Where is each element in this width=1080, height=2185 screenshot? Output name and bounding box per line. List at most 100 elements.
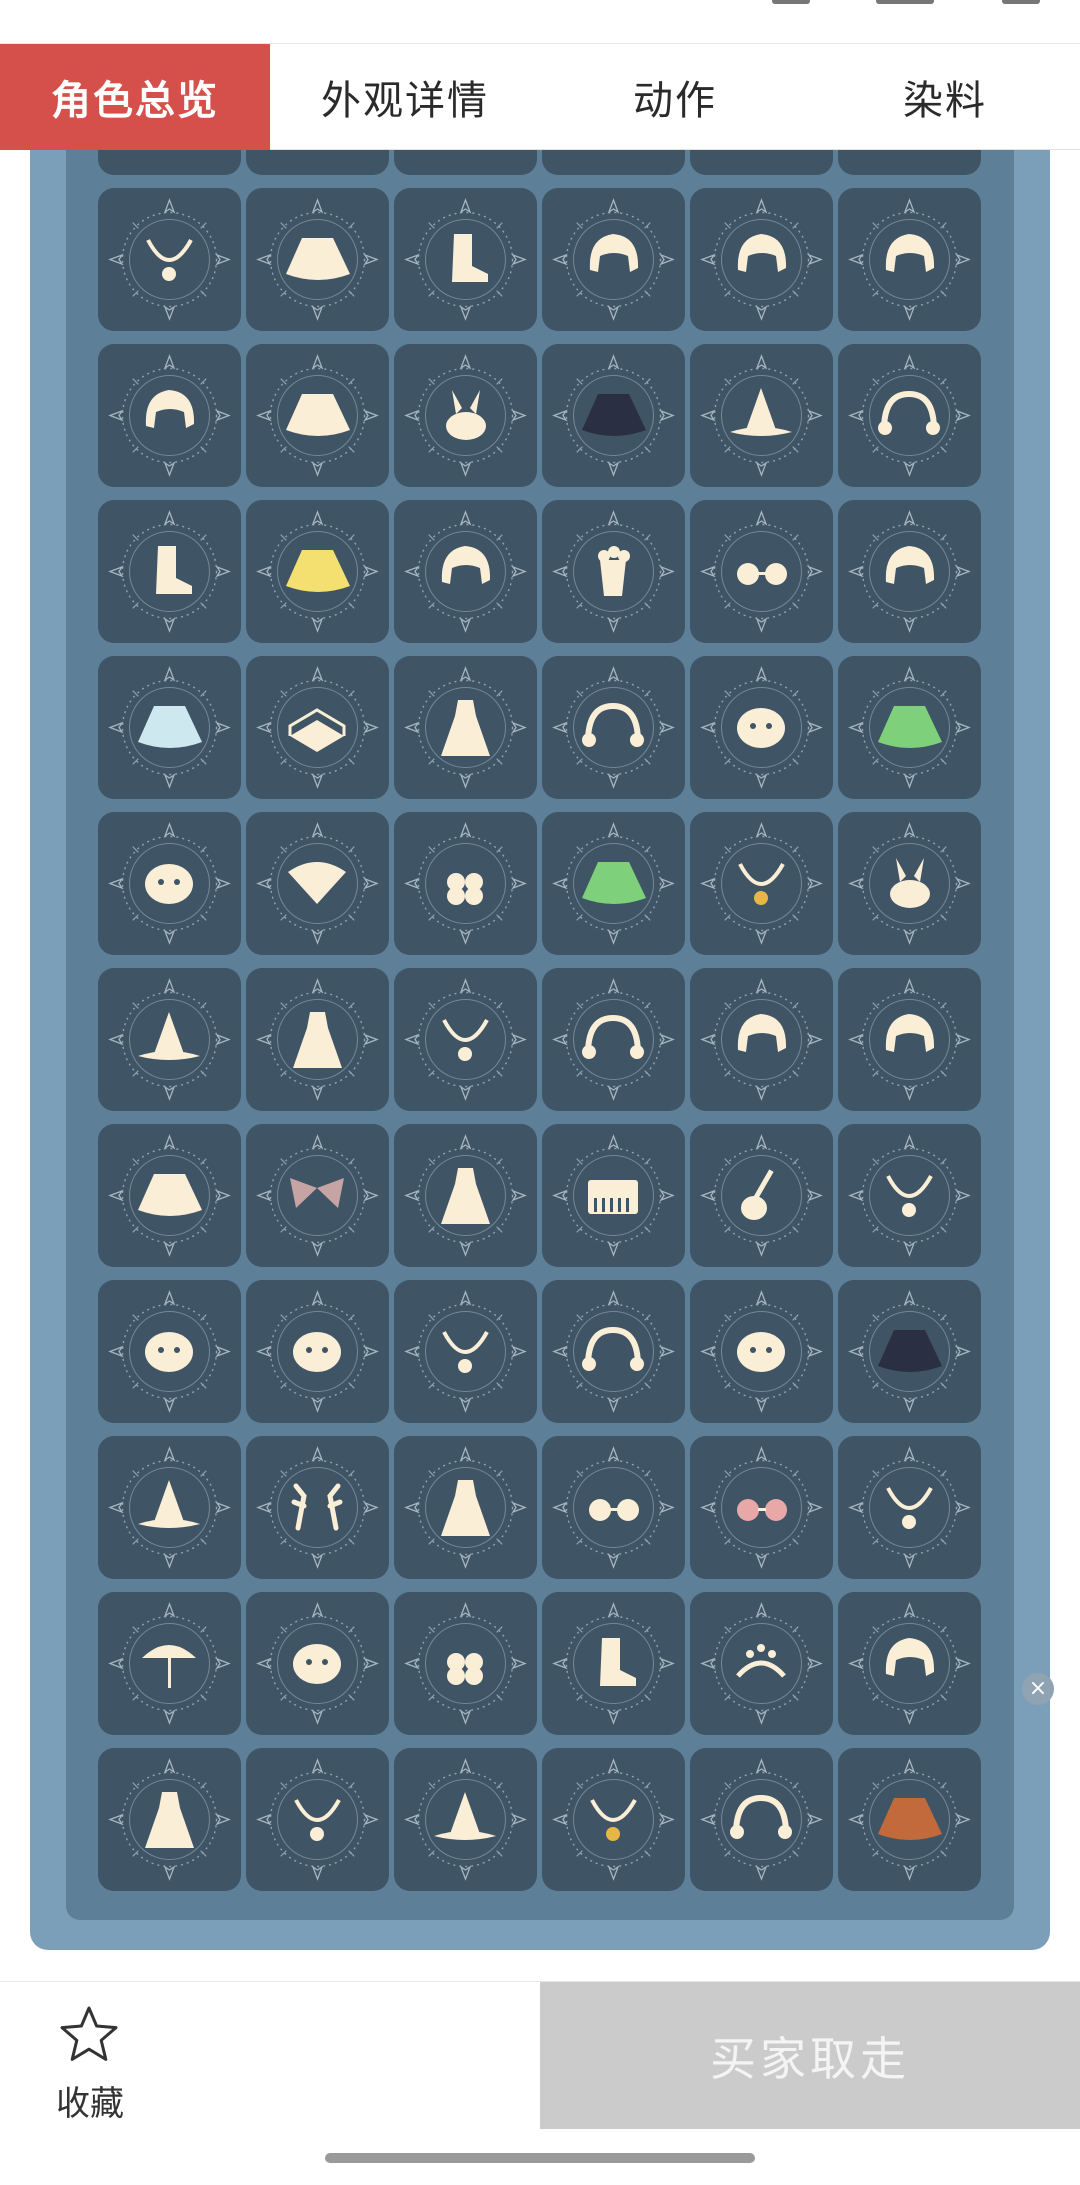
collection-panel [30,150,1050,1950]
item-tile[interactable] [394,812,537,955]
item-tile[interactable] [394,968,537,1111]
item-tile[interactable] [98,500,241,643]
item-tile[interactable] [98,344,241,487]
item-tile[interactable] [542,812,685,955]
item-tile-partial[interactable] [838,150,981,175]
item-tile[interactable] [542,344,685,487]
item-tile[interactable] [838,1124,981,1267]
monk-robe-icon [256,978,379,1101]
item-tile[interactable] [838,656,981,799]
favorite-button[interactable]: 收藏 [0,1982,180,2130]
item-tile[interactable] [246,500,389,643]
item-tile[interactable] [98,1748,241,1891]
item-tile[interactable] [838,1592,981,1735]
item-tile[interactable] [690,1280,833,1423]
item-tile[interactable] [690,656,833,799]
flower-necklace-icon [256,1758,379,1881]
tab-dyes[interactable]: 染料 [810,44,1080,150]
item-tile[interactable] [246,1748,389,1891]
item-tile[interactable] [542,968,685,1111]
item-tile[interactable] [838,1436,981,1579]
blob-hair-icon [404,510,527,633]
ponytail-hair-icon [108,354,231,477]
item-tile[interactable] [246,1436,389,1579]
close-icon[interactable]: × [1022,1673,1054,1705]
item-tile[interactable] [690,1436,833,1579]
item-tile[interactable] [246,968,389,1111]
item-tile[interactable] [542,656,685,799]
item-tile[interactable] [394,1592,537,1735]
collection-panel-inner[interactable] [66,150,1014,1920]
item-tile-partial[interactable] [98,150,241,175]
item-tile[interactable] [542,1280,685,1423]
item-tile[interactable] [838,188,981,331]
item-tile[interactable] [690,1124,833,1267]
item-tile[interactable] [246,344,389,487]
wavy-hair-icon [848,978,971,1101]
item-tile[interactable] [542,188,685,331]
item-tile[interactable] [394,656,537,799]
item-tile[interactable] [690,812,833,955]
popcorn-icon [552,510,675,633]
item-tile[interactable] [98,1592,241,1735]
item-tile[interactable] [394,1124,537,1267]
whale-mask-icon [256,1602,379,1725]
tab-character-overview[interactable]: 角色总览 [0,44,270,150]
item-tile[interactable] [838,1748,981,1891]
snow-boot-icon [108,510,231,633]
item-tile[interactable] [394,500,537,643]
item-tile[interactable] [838,968,981,1111]
item-tile[interactable] [394,1748,537,1891]
item-tile[interactable] [542,500,685,643]
buyer-take-button[interactable]: 买家取走 [540,1982,1080,2130]
orange-bat-cape-icon [848,1758,971,1881]
item-tile[interactable] [98,656,241,799]
tab-appearance-details[interactable]: 外观详情 [270,44,540,150]
item-tile[interactable] [246,188,389,331]
item-tile[interactable] [246,1280,389,1423]
item-tile-partial[interactable] [246,150,389,175]
scarf-icon [256,198,379,321]
item-tile[interactable] [690,500,833,643]
sun-hat-icon [404,1758,527,1881]
item-tile[interactable] [542,1436,685,1579]
item-tile[interactable] [542,1592,685,1735]
item-tile-partial[interactable] [690,150,833,175]
item-tile[interactable] [542,1748,685,1891]
item-tile[interactable] [98,812,241,955]
item-tile[interactable] [690,188,833,331]
item-tile-partial[interactable] [542,150,685,175]
item-tile[interactable] [98,188,241,331]
heart-glasses-icon [700,1446,823,1569]
item-tile[interactable] [98,1436,241,1579]
item-tile[interactable] [98,968,241,1111]
item-tile[interactable] [838,1280,981,1423]
green-cape-icon [848,666,971,789]
item-tile[interactable] [690,968,833,1111]
item-tile[interactable] [246,812,389,955]
item-tile[interactable] [690,1592,833,1735]
item-tile[interactable] [838,500,981,643]
item-tile[interactable] [394,1436,537,1579]
item-tile-partial[interactable] [394,150,537,175]
item-tile[interactable] [690,1748,833,1891]
item-tile[interactable] [394,344,537,487]
beret-hair-icon [700,978,823,1101]
item-tile[interactable] [98,1280,241,1423]
bat-wings-icon [256,1134,379,1257]
item-tile[interactable] [246,1124,389,1267]
item-tile[interactable] [246,1592,389,1735]
tab-emotes[interactable]: 动作 [540,44,810,150]
item-tile[interactable] [690,344,833,487]
item-tile[interactable] [542,1124,685,1267]
home-indicator[interactable] [325,2153,755,2163]
item-tile[interactable] [838,812,981,955]
item-tile[interactable] [838,344,981,487]
item-tile[interactable] [394,188,537,331]
item-tile[interactable] [98,1124,241,1267]
item-tile[interactable] [246,656,389,799]
item-tile[interactable] [394,1280,537,1423]
home-area [0,2129,1080,2185]
status-indicator [772,0,810,4]
pig-mask-icon [108,1290,231,1413]
